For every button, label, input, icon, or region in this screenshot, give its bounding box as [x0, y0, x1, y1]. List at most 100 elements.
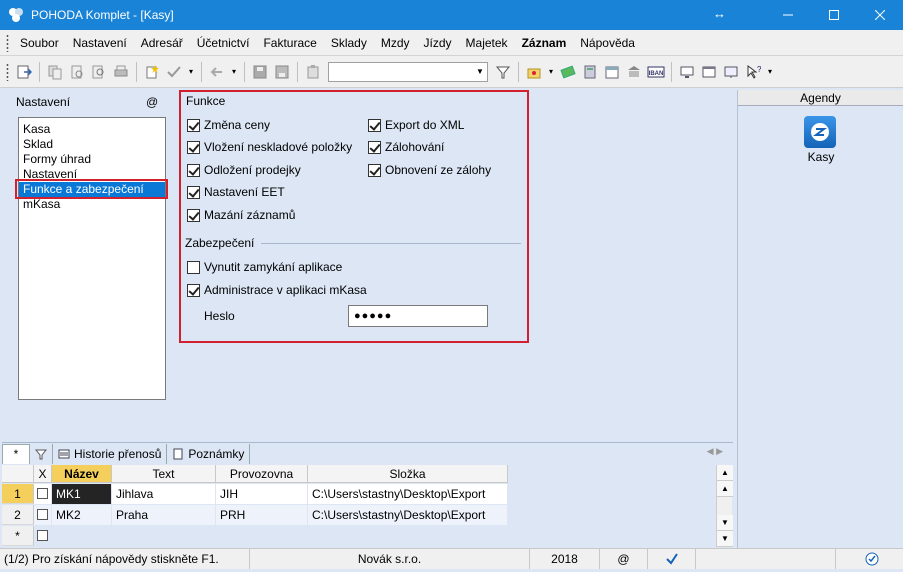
kasy-agenda-icon[interactable]: [804, 116, 836, 148]
monitor-button[interactable]: [677, 62, 697, 82]
cell-provozovna[interactable]: PRH: [216, 505, 308, 525]
row-checkbox[interactable]: [37, 530, 48, 541]
cell-nazev[interactable]: MK1: [52, 484, 112, 504]
cell-text[interactable]: Jihlava: [112, 484, 216, 504]
new-row-marker[interactable]: *: [2, 526, 34, 546]
save-copy-icon: [275, 65, 289, 78]
menu-soubor[interactable]: Soubor: [13, 30, 66, 56]
iban-icon: IBAN: [647, 66, 665, 77]
calculator-button[interactable]: [580, 62, 600, 82]
minimize-button[interactable]: [765, 0, 811, 30]
status-empty: [696, 549, 836, 569]
confirm-dropdown[interactable]: ▾: [186, 62, 196, 82]
row-checkbox-cell[interactable]: [34, 505, 52, 525]
tab-poznamky[interactable]: Poznámky: [167, 443, 251, 464]
menu-jizdy[interactable]: Jízdy: [417, 30, 459, 56]
print-button[interactable]: [111, 62, 131, 82]
menu-grip: [6, 33, 9, 52]
help-dropdown[interactable]: ▾: [765, 62, 775, 82]
save-button[interactable]: [250, 62, 270, 82]
monitor-icon: [680, 66, 694, 78]
search-doc-button[interactable]: [89, 62, 109, 82]
row-number[interactable]: 2: [2, 505, 34, 525]
tab-star[interactable]: *: [2, 443, 30, 464]
grid-header-rownum: [2, 465, 34, 483]
at-icon: @: [146, 95, 159, 109]
arrow-left-icon: [210, 66, 222, 77]
cell-nazev[interactable]: MK2: [52, 505, 112, 525]
note-icon: [173, 448, 183, 459]
kasy-agenda-label[interactable]: Kasy: [738, 150, 903, 164]
new-record-button[interactable]: [142, 62, 162, 82]
open-agenda-button[interactable]: [14, 62, 34, 82]
print-preview-button[interactable]: [67, 62, 87, 82]
calendar-button[interactable]: [602, 62, 622, 82]
settings-item-mkasa[interactable]: mKasa: [19, 197, 165, 212]
pohoda-app-icon: [9, 8, 23, 22]
menu-sklady[interactable]: Sklady: [324, 30, 374, 56]
scroll-top-icon[interactable]: ▲: [717, 465, 733, 481]
cell-slozka[interactable]: C:\Users\stastny\Desktop\Export: [308, 484, 508, 504]
scroll-up-icon[interactable]: ▲: [717, 481, 733, 497]
tab-filter[interactable]: [30, 443, 53, 464]
menu-mzdy[interactable]: Mzdy: [374, 30, 417, 56]
copy-record-button[interactable]: [45, 62, 65, 82]
payment-button[interactable]: [558, 62, 578, 82]
grid-header-x[interactable]: X: [34, 465, 52, 483]
back-button[interactable]: [207, 62, 227, 82]
row-checkbox-cell[interactable]: [34, 526, 52, 546]
agenda-tools-button[interactable]: [524, 62, 544, 82]
cell-slozka[interactable]: C:\Users\stastny\Desktop\Export: [308, 505, 508, 525]
chevron-down-icon: ▾: [767, 67, 772, 76]
tab-scroll-arrows-icon[interactable]: ◀ ▶: [707, 446, 723, 457]
menu-ucetnictvi[interactable]: Účetnictví: [190, 30, 257, 56]
filter-button[interactable]: [493, 62, 513, 82]
row-number[interactable]: 1: [2, 484, 34, 504]
grid-header-text[interactable]: Text: [112, 465, 216, 483]
iban-button[interactable]: IBAN: [646, 62, 666, 82]
maximize-button[interactable]: [811, 0, 857, 30]
menu-zaznam[interactable]: Záznam: [515, 30, 574, 56]
help-button[interactable]: ?: [743, 62, 763, 82]
bank-icon: [628, 65, 640, 77]
back-dropdown[interactable]: ▾: [229, 62, 239, 82]
settings-item-formy-uhrad[interactable]: Formy úhrad: [19, 152, 165, 167]
agendy-panel: Agendy Kasy: [737, 90, 903, 566]
menu-majetek[interactable]: Majetek: [459, 30, 515, 56]
grid-header-nazev[interactable]: Název: [52, 465, 112, 483]
menu-napoveda[interactable]: Nápověda: [573, 30, 642, 56]
table-row[interactable]: 2 MK2 Praha PRH C:\Users\stastny\Desktop…: [2, 505, 508, 525]
grid-vertical-scrollbar[interactable]: ▲ ▲ ▼ ▼: [716, 465, 733, 547]
save-copy-button[interactable]: [272, 62, 292, 82]
title-bar: POHODA Komplet - [Kasy] ↔: [0, 0, 903, 30]
row-checkbox[interactable]: [37, 509, 48, 520]
row-checkbox-cell[interactable]: [34, 484, 52, 504]
menu-nastaveni[interactable]: Nastavení: [66, 30, 134, 56]
grid-header-slozka[interactable]: Složka: [308, 465, 508, 483]
scroll-bottom-icon[interactable]: ▼: [717, 531, 733, 547]
tab-historie-prenosu[interactable]: Historie přenosů: [53, 443, 168, 464]
row-checkbox[interactable]: [37, 488, 48, 499]
display-button[interactable]: [721, 62, 741, 82]
quick-search-combo[interactable]: ▼: [328, 61, 488, 82]
agenda-tools-dropdown[interactable]: ▾: [546, 62, 556, 82]
scroll-down-icon[interactable]: ▼: [717, 515, 733, 531]
settings-item-kasa[interactable]: Kasa: [19, 122, 165, 137]
scroll-track[interactable]: [717, 497, 732, 515]
window-button[interactable]: [699, 62, 719, 82]
close-button[interactable]: [857, 0, 903, 30]
confirm-button[interactable]: [164, 62, 184, 82]
close-icon: [875, 10, 885, 20]
cell-provozovna[interactable]: JIH: [216, 484, 308, 504]
settings-item-sklad[interactable]: Sklad: [19, 137, 165, 152]
table-row[interactable]: 1 MK1 Jihlava JIH C:\Users\stastny\Deskt…: [2, 484, 508, 504]
bank-button[interactable]: [624, 62, 644, 82]
new-row[interactable]: *: [2, 526, 52, 546]
menu-adresar[interactable]: Adresář: [134, 30, 190, 56]
clipboard-button[interactable]: [303, 62, 323, 82]
grid-header-provozovna[interactable]: Provozovna: [216, 465, 308, 483]
display-icon: [724, 66, 738, 78]
clipboard-icon: [307, 64, 319, 78]
menu-fakturace[interactable]: Fakturace: [256, 30, 323, 56]
cell-text[interactable]: Praha: [112, 505, 216, 525]
